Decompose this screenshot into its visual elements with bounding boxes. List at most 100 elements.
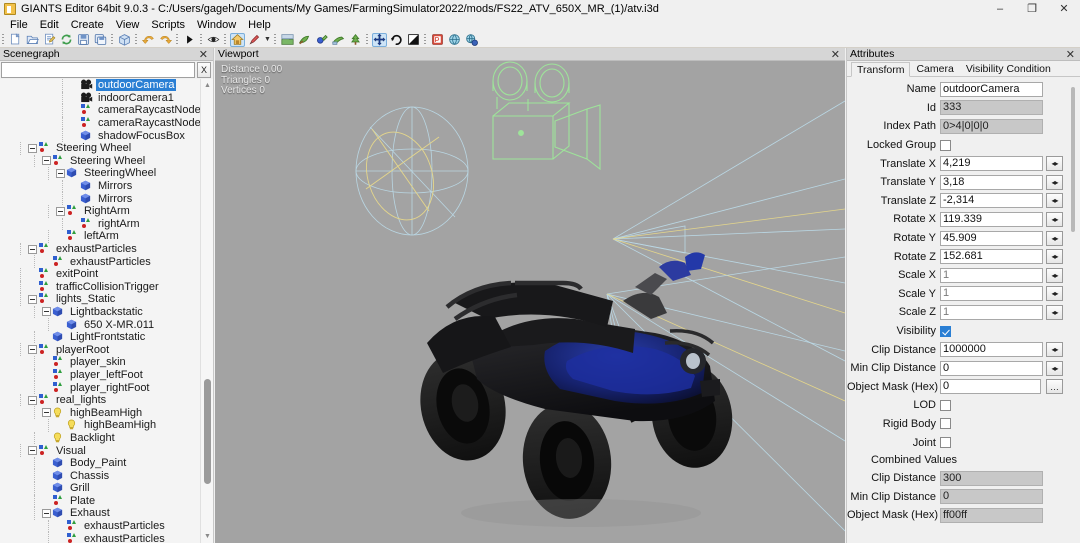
redo-icon[interactable] <box>158 33 173 47</box>
tree-node[interactable]: exhaustParticles <box>0 255 200 268</box>
toolbar-grip[interactable] <box>110 33 115 47</box>
attribute-checkbox[interactable] <box>940 325 951 337</box>
scenegraph-close-icon[interactable]: ✕ <box>197 48 210 61</box>
attributes-close-icon[interactable]: ✕ <box>1064 48 1077 61</box>
tree-expand-toggle[interactable] <box>42 156 51 166</box>
attribute-spinner[interactable]: ◂▸ <box>1046 211 1063 227</box>
tree-icon[interactable] <box>348 33 363 47</box>
attribute-spinner[interactable]: ◂▸ <box>1046 249 1063 265</box>
tree-node[interactable]: exhaustParticles <box>0 532 200 543</box>
menu-help[interactable]: Help <box>242 18 277 32</box>
scenegraph-clear-search-button[interactable]: X <box>197 62 211 78</box>
scroll-down-icon[interactable]: ▼ <box>201 530 213 543</box>
attribute-spinner[interactable]: ◂▸ <box>1046 193 1063 209</box>
tree-node[interactable]: cameraRaycastNode2 <box>0 116 200 130</box>
attribute-checkbox[interactable] <box>940 418 951 430</box>
toolbar-grip[interactable] <box>1 33 6 47</box>
attribute-value-field[interactable]: 1000000 <box>940 342 1043 358</box>
tree-node[interactable]: Backlight <box>0 431 200 445</box>
tree-node[interactable]: rightArm <box>0 217 200 231</box>
tree-expand-toggle[interactable] <box>28 345 37 355</box>
attribute-value-field[interactable]: -2,314 <box>940 193 1043 209</box>
attribute-value-field[interactable]: 45.909 <box>940 230 1043 246</box>
tree-node[interactable]: real_lights <box>0 393 200 407</box>
tree-node[interactable]: Mirrors <box>0 179 200 193</box>
tree-expand-toggle[interactable] <box>28 294 37 304</box>
attributes-scrollbar[interactable] <box>1066 77 1080 543</box>
tree-expand-toggle[interactable] <box>56 168 65 178</box>
attribute-value-field[interactable]: 0 <box>940 360 1043 376</box>
tree-node[interactable]: player_leftFoot <box>0 368 200 382</box>
toolbar-grip[interactable] <box>423 33 428 47</box>
menu-scripts[interactable]: Scripts <box>145 18 191 32</box>
minimize-button[interactable]: – <box>984 0 1016 17</box>
close-button[interactable]: ✕ <box>1048 0 1080 17</box>
toolbar-grip[interactable] <box>223 33 228 47</box>
tree-node[interactable]: playerRoot <box>0 343 200 356</box>
save-icon[interactable] <box>76 33 91 47</box>
tree-node[interactable]: Lightbackstatic <box>0 305 200 319</box>
attributes-tab-transform[interactable]: Transform <box>851 62 911 77</box>
toolbar-grip[interactable] <box>365 33 370 47</box>
tree-node[interactable]: 650 X-MR.011 <box>0 318 200 331</box>
menu-file[interactable]: File <box>4 18 34 32</box>
tree-node[interactable]: player_rightFoot <box>0 381 200 394</box>
tree-node[interactable]: exhaustParticles <box>0 519 200 533</box>
tree-node[interactable]: outdoorCamera <box>0 79 200 92</box>
tree-node[interactable]: Plate <box>0 494 200 508</box>
attribute-value-field[interactable]: outdoorCamera <box>940 81 1043 97</box>
attribute-value-field[interactable]: 0 <box>940 379 1041 395</box>
attribute-spinner[interactable]: ◂▸ <box>1046 304 1063 320</box>
attribute-spinner[interactable]: ◂▸ <box>1046 267 1063 283</box>
toolbar-grip[interactable] <box>273 33 278 47</box>
scroll-up-icon[interactable]: ▲ <box>201 79 213 92</box>
globe-icon[interactable] <box>447 33 462 47</box>
tree-node[interactable]: Exhaust <box>0 507 200 520</box>
attribute-value-field[interactable]: 119.339 <box>940 211 1043 227</box>
toolbar-grip[interactable] <box>199 33 204 47</box>
attribute-browse-button[interactable]: … <box>1046 379 1063 395</box>
settings-globe-icon[interactable] <box>464 33 479 47</box>
scenegraph-scrollbar[interactable]: ▲ ▼ <box>200 79 213 543</box>
viewport-close-icon[interactable]: ✕ <box>829 48 842 61</box>
tree-node[interactable]: LightFrontstatic <box>0 330 200 344</box>
tree-node[interactable]: Mirrors <box>0 192 200 205</box>
attributes-scrollbar-thumb[interactable] <box>1071 87 1075 232</box>
paint-layer-icon[interactable] <box>314 33 329 47</box>
attributes-tab-visibility-condition[interactable]: Visibility Condition <box>960 61 1057 76</box>
home-view-icon[interactable] <box>230 32 245 47</box>
tree-expand-toggle[interactable] <box>42 307 51 317</box>
tree-expand-toggle[interactable] <box>42 408 51 418</box>
attribute-checkbox[interactable] <box>940 437 951 449</box>
attribute-checkbox[interactable] <box>940 399 951 411</box>
toolbar-grip[interactable] <box>134 33 139 47</box>
save-as-icon[interactable] <box>42 33 57 47</box>
scrollbar-thumb[interactable] <box>204 379 211 484</box>
toolbar-grip[interactable] <box>175 33 180 47</box>
save-all-icon[interactable] <box>93 33 108 47</box>
tree-expand-toggle[interactable] <box>42 508 51 518</box>
attribute-checkbox[interactable] <box>940 139 951 151</box>
tree-node[interactable]: Visual <box>0 444 200 457</box>
tree-node[interactable]: trafficCollisionTrigger <box>0 280 200 294</box>
tree-node[interactable]: exhaustParticles <box>0 242 200 256</box>
attribute-spinner[interactable]: ◂▸ <box>1046 230 1063 246</box>
open-file-icon[interactable] <box>25 33 40 47</box>
tree-node[interactable]: highBeamHigh <box>0 419 200 432</box>
tree-node[interactable]: leftArm <box>0 230 200 243</box>
tree-expand-toggle[interactable] <box>28 446 37 456</box>
attribute-spinner[interactable]: ◂▸ <box>1046 360 1063 376</box>
tree-expand-toggle[interactable] <box>28 244 37 254</box>
attributes-tab-camera[interactable]: Camera <box>910 61 959 76</box>
rotate-tool-icon[interactable] <box>389 33 404 47</box>
tree-node[interactable]: player_skin <box>0 356 200 369</box>
scale-tool-icon[interactable] <box>406 33 421 47</box>
tree-expand-toggle[interactable] <box>56 206 65 216</box>
tree-node[interactable]: Grill <box>0 482 200 495</box>
tree-node[interactable]: highBeamHigh <box>0 406 200 419</box>
material-icon[interactable] <box>430 33 445 47</box>
attribute-spinner[interactable]: ◂▸ <box>1046 174 1063 190</box>
terrain-sculpt-icon[interactable] <box>331 33 346 47</box>
menu-create[interactable]: Create <box>65 18 110 32</box>
tree-node[interactable]: lights_Static <box>0 293 200 306</box>
